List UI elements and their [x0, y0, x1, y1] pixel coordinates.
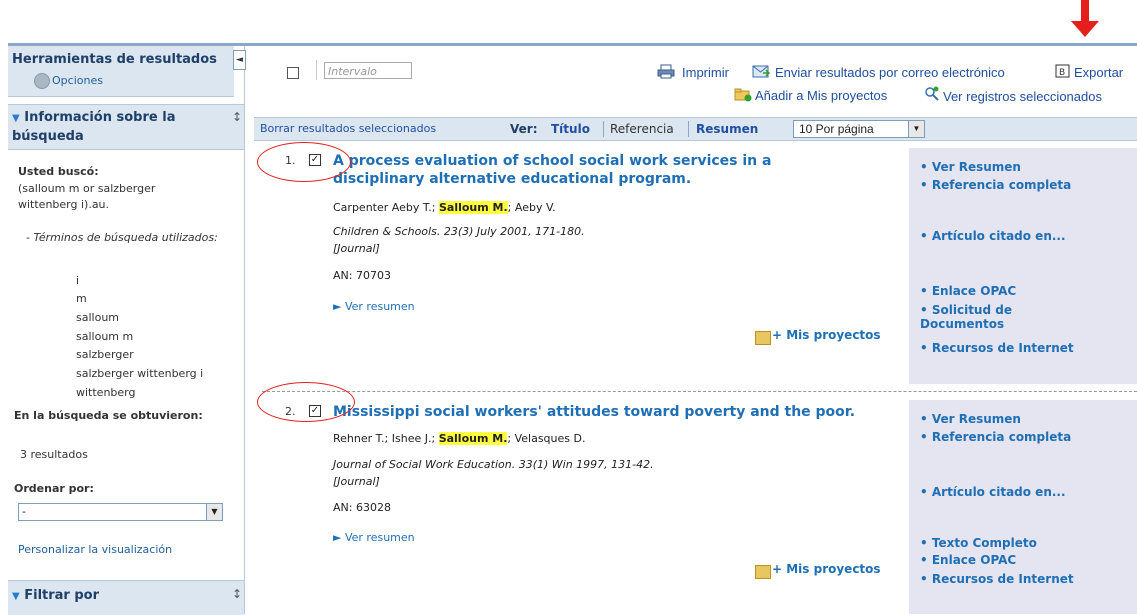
chevron-down-icon[interactable]: ▼: [206, 504, 222, 520]
view-selected-link[interactable]: Ver registros seleccionados: [943, 89, 1102, 104]
term-item: i: [76, 274, 80, 287]
sort-label: Ordenar por:: [14, 482, 94, 495]
terms-label: - Términos de búsqueda utilizados:: [26, 231, 218, 244]
obtained-label: En la búsqueda se obtuvieron:: [14, 409, 203, 422]
record-an: AN: 70703: [333, 269, 391, 282]
view-title-link[interactable]: Título: [551, 122, 590, 136]
record-link-item[interactable]: • Texto Completo: [920, 536, 1037, 550]
options-link[interactable]: Opciones: [52, 74, 103, 87]
record-link-item[interactable]: • Solicitud de Documentos: [920, 303, 1070, 331]
record-link-item[interactable]: • Ver Resumen: [920, 160, 1021, 174]
search-info-title[interactable]: ▼ Información sobre la búsqueda: [12, 109, 212, 146]
record-title-link[interactable]: A process evaluation of school social wo…: [333, 152, 893, 188]
record-type: [Journal]: [333, 242, 380, 255]
add-to-my-projects-link[interactable]: + Mis proyectos: [772, 562, 881, 576]
term-item: salzberger wittenberg i: [76, 367, 204, 380]
record-link-item[interactable]: • Referencia completa: [920, 178, 1071, 192]
term-item: wittenberg: [76, 386, 136, 399]
customize-display-link[interactable]: Personalizar la visualización: [18, 543, 172, 556]
sort-value: -: [22, 505, 26, 518]
term-item: salloum: [76, 311, 120, 324]
annotation-arrow-icon: [1071, 21, 1099, 37]
folder-add-icon: [755, 331, 771, 345]
print-link[interactable]: Imprimir: [682, 65, 729, 80]
email-results-link[interactable]: Enviar resultados por correo electrónico: [775, 65, 1005, 80]
add-to-my-projects-link[interactable]: + Mis proyectos: [772, 328, 881, 342]
expand-triangle-icon: ▼: [12, 591, 20, 602]
record-link-item[interactable]: • Enlace OPAC: [920, 284, 1016, 298]
collapse-sidebar-button[interactable]: ◄: [233, 50, 246, 70]
term-item: salloum m: [76, 330, 134, 343]
record-an: AN: 63028: [333, 501, 391, 514]
view-summary-link[interactable]: Resumen: [696, 122, 758, 136]
divider: [603, 121, 604, 137]
term-item: m: [76, 292, 87, 305]
interval-input[interactable]: Intervalo: [324, 62, 412, 79]
per-page-value: 10 Por página: [799, 122, 874, 136]
filter-title[interactable]: ▼ Filtrar por: [12, 588, 99, 603]
add-to-projects-link[interactable]: Añadir a Mis proyectos: [755, 88, 887, 103]
expand-triangle-icon: ►: [333, 531, 342, 544]
per-page-select[interactable]: 10 Por página ▼: [793, 120, 925, 138]
view-label: Ver:: [510, 122, 538, 136]
resize-icon[interactable]: ↕: [232, 110, 242, 124]
record-link-item[interactable]: • Recursos de Internet: [920, 572, 1074, 586]
record-link-item[interactable]: • Referencia completa: [920, 430, 1071, 444]
view-abstract-link[interactable]: ► Ver resumen: [333, 300, 415, 313]
highlighted-author[interactable]: Salloum M.: [438, 432, 508, 445]
clear-selected-link[interactable]: Borrar resultados seleccionados: [260, 122, 436, 135]
resize-icon[interactable]: ↕: [232, 587, 242, 601]
chevron-down-icon[interactable]: ▼: [908, 121, 924, 137]
gear-icon: [34, 73, 50, 89]
record-link-item[interactable]: • Enlace OPAC: [920, 553, 1016, 567]
record-title-link[interactable]: Mississippi social workers' attitudes to…: [333, 403, 903, 421]
record-authors: Rehner T.; Ishee J.; Salloum M.; Velasqu…: [333, 432, 586, 445]
divider: [688, 121, 689, 137]
results-count: 3 resultados: [20, 448, 88, 461]
export-link[interactable]: Exportar: [1074, 65, 1123, 80]
folder-add-icon: [755, 565, 771, 579]
search-query: (salloum m or salzberger wittenberg i).a…: [18, 182, 156, 211]
view-abstract-link[interactable]: ► Ver resumen: [333, 531, 415, 544]
view-records-icon: [925, 86, 939, 101]
record-link-item[interactable]: • Artículo citado en...: [920, 229, 1066, 243]
select-all-checkbox[interactable]: [287, 67, 299, 79]
divider: [316, 60, 317, 80]
email-icon: [752, 65, 770, 78]
record-source: Journal of Social Work Education. 33(1) …: [333, 458, 654, 471]
record-authors: Carpenter Aeby T.; Salloum M.; Aeby V.: [333, 201, 556, 214]
record-separator: [262, 391, 1137, 392]
record-type: [Journal]: [333, 475, 380, 488]
annotation-circle: [257, 382, 355, 422]
expand-triangle-icon: ►: [333, 300, 342, 313]
highlighted-author[interactable]: Salloum M.: [438, 201, 508, 214]
record-source: Children & Schools. 23(3) July 2001, 171…: [333, 225, 585, 238]
term-item: salzberger: [76, 348, 134, 361]
svg-text:B: B: [1059, 68, 1065, 78]
annotation-arrow-shaft: [1081, 0, 1089, 22]
expand-triangle-icon: ▼: [12, 113, 20, 124]
view-reference-link[interactable]: Referencia: [610, 122, 674, 136]
you-searched-label: Usted buscó:: [18, 165, 99, 178]
record-link-item[interactable]: • Ver Resumen: [920, 412, 1021, 426]
export-icon: B: [1055, 64, 1070, 78]
sort-select[interactable]: - ▼: [18, 503, 223, 521]
record-link-item[interactable]: • Artículo citado en...: [920, 485, 1066, 499]
record-link-item[interactable]: • Recursos de Internet: [920, 341, 1074, 355]
annotation-circle: [257, 142, 351, 182]
tools-title: Herramientas de resultados: [12, 52, 217, 67]
printer-icon: [657, 64, 675, 79]
add-folder-icon: [734, 88, 752, 102]
